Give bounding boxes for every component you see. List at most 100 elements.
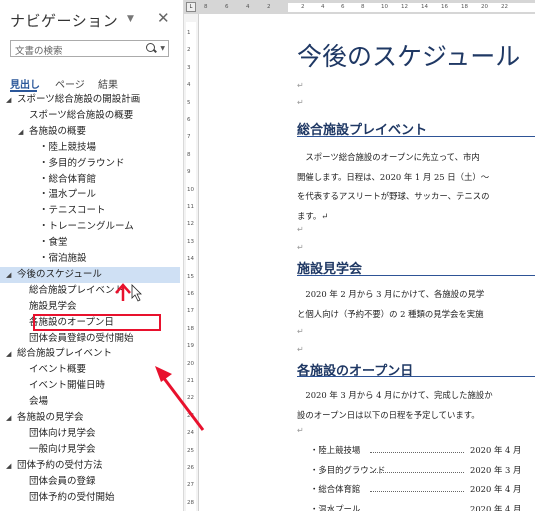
nav-options-dropdown-icon[interactable]: ▼ bbox=[127, 14, 134, 24]
nav-heading-item[interactable]: ◢ 団体予約の受付方法 bbox=[6, 458, 103, 474]
collapse-triangle-icon[interactable]: ◢ bbox=[6, 410, 11, 426]
nav-heading-item[interactable]: 団体予約の受付開始 bbox=[29, 490, 115, 506]
nav-heading-label: 会場 bbox=[29, 396, 49, 407]
nav-heading-item[interactable]: 団体会員登録の受付開始 bbox=[29, 331, 134, 347]
nav-heading-item[interactable]: ◢ 各施設の見学会 bbox=[6, 410, 84, 426]
ruler-tick-label: 19 bbox=[187, 343, 194, 350]
ruler-tick-label: 1 bbox=[187, 30, 191, 36]
nav-heading-label: イベント開催日時 bbox=[29, 380, 106, 391]
ruler-tick-label: 6 bbox=[341, 4, 345, 10]
ruler-tick-label: 8 bbox=[361, 4, 365, 10]
nav-heading-item[interactable]: ・宿泊施設 bbox=[39, 251, 87, 267]
ruler-tick-label: 18 bbox=[187, 325, 194, 332]
tab-selector[interactable]: L bbox=[186, 2, 196, 12]
facility-bullet: ・温水プール bbox=[310, 503, 361, 511]
nav-heading-label: ・テニスコート bbox=[39, 205, 106, 216]
collapse-triangle-icon[interactable]: ◢ bbox=[6, 346, 11, 362]
ruler-tick-label: 13 bbox=[187, 238, 194, 245]
body-text: 開催します。日程は、2020 年 1 月 25 日（土）～ bbox=[297, 171, 490, 182]
nav-heading-item[interactable]: ・総合体育館 bbox=[39, 172, 96, 188]
ruler-tick-label: 20 bbox=[187, 360, 194, 367]
tab-pages[interactable]: ページ bbox=[55, 76, 85, 91]
ruler-tick-label: 12 bbox=[187, 221, 194, 228]
collapse-triangle-icon[interactable]: ◢ bbox=[6, 458, 11, 474]
nav-heading-label: 団体会員の登録 bbox=[29, 476, 96, 487]
nav-pane-title: ナビゲーション bbox=[10, 12, 119, 30]
search-input[interactable]: 文書の検索 ▼ bbox=[10, 40, 169, 57]
ruler-tick-label: 11 bbox=[187, 204, 194, 210]
close-icon[interactable]: ✕ bbox=[157, 9, 170, 27]
ruler-tick-label: 16 bbox=[441, 4, 448, 10]
nav-heading-label: ・陸上競技場 bbox=[39, 142, 97, 153]
nav-heading-item[interactable]: ◢ スポーツ総合施設の開設計画 bbox=[6, 92, 140, 108]
ruler-text-area bbox=[186, 22, 196, 511]
opening-date: 2020 年 4 月 bbox=[470, 484, 522, 494]
nav-heading-label: ・総合体育館 bbox=[39, 174, 97, 185]
ruler-tick-label: 23 bbox=[187, 412, 194, 419]
nav-heading-label: 各施設の概要 bbox=[29, 126, 87, 137]
dot-leader bbox=[370, 471, 464, 473]
ruler-text-area bbox=[288, 3, 535, 12]
heading-rule bbox=[297, 136, 535, 137]
ruler-tick-label: 3 bbox=[187, 64, 191, 71]
search-icon[interactable] bbox=[146, 43, 155, 52]
nav-heading-label: ・多目的グラウンド bbox=[39, 158, 125, 169]
tab-results[interactable]: 結果 bbox=[98, 76, 118, 91]
nav-heading-label: スポーツ総合施設の概要 bbox=[29, 110, 134, 121]
highlight-box bbox=[33, 314, 161, 331]
opening-date: 2020 年 3 月 bbox=[470, 464, 522, 475]
nav-heading-item[interactable]: 施設見学会 bbox=[29, 299, 77, 315]
vertical-ruler[interactable]: 1 2 3 4 5 6 7 8 9 10 11 12 13 14 15 16 17 18 19 20 21 22 23 24 2… bbox=[184, 14, 199, 511]
ruler-tick-label: 15 bbox=[187, 273, 194, 280]
nav-heading-label: 団体向け見学会 bbox=[29, 428, 96, 439]
opening-date: 2020 年 4 月 bbox=[470, 503, 522, 511]
nav-heading-item[interactable]: イベント開催日時 bbox=[29, 378, 105, 394]
nav-heading-item[interactable]: 団体会員の登録 bbox=[29, 474, 96, 490]
dot-leader bbox=[370, 452, 464, 453]
ruler-tick-label: 21 bbox=[187, 378, 194, 384]
body-text: と個人向け（予約不要）の 2 種類の見学会を実施 bbox=[297, 308, 484, 319]
tab-headings[interactable]: 見出し bbox=[10, 76, 40, 91]
nav-heading-label: 各施設の見学会 bbox=[17, 412, 84, 423]
nav-heading-item[interactable]: 一般向け見学会 bbox=[29, 442, 96, 458]
horizontal-ruler[interactable]: L 8 6 4 2 2 4 6 8 10 12 14 16 18 20 22 bbox=[184, 0, 535, 14]
collapse-triangle-icon[interactable]: ◢ bbox=[6, 92, 11, 108]
nav-heading-item[interactable]: ◢ 今後のスケジュール bbox=[6, 267, 102, 283]
nav-heading-item[interactable]: ・多目的グラウンド bbox=[39, 156, 125, 172]
nav-heading-label: 団体会員登録の受付開始 bbox=[29, 333, 134, 344]
nav-heading-item[interactable]: ◢ 各施設の概要 bbox=[18, 124, 87, 140]
ruler-tick-label: 16 bbox=[187, 291, 194, 297]
collapse-triangle-icon[interactable]: ◢ bbox=[18, 124, 23, 140]
nav-heading-label: 団体予約の受付開始 bbox=[29, 492, 115, 503]
ruler-tick-label: 10 bbox=[381, 4, 388, 10]
ruler-tick-label: 4 bbox=[321, 4, 325, 10]
nav-heading-item[interactable]: ・テニスコート bbox=[39, 203, 106, 219]
nav-heading-item[interactable]: ・食堂 bbox=[39, 235, 68, 251]
nav-heading-item[interactable]: ・トレーニングルーム bbox=[39, 219, 134, 235]
heading-rule bbox=[297, 275, 535, 276]
nav-heading-item[interactable]: ・温水プール bbox=[39, 187, 96, 203]
nav-heading-item[interactable]: イベント概要 bbox=[29, 362, 86, 378]
nav-heading-item[interactable]: ◢ 総合施設プレイベント bbox=[6, 346, 113, 362]
nav-heading-item[interactable]: ・陸上競技場 bbox=[39, 140, 96, 156]
ruler-tick-label: 27 bbox=[187, 482, 194, 489]
body-text: ます。↵ bbox=[297, 210, 329, 221]
collapse-triangle-icon[interactable]: ◢ bbox=[6, 267, 11, 283]
document-page[interactable]: 今後のスケジュール ↵ ↵ 総合施設プレイベント スポーツ総合施設のオープンに先立っ… bbox=[199, 15, 535, 511]
nav-heading-item[interactable]: 団体向け見学会 bbox=[29, 426, 96, 442]
dot-leader bbox=[370, 491, 464, 492]
ruler-tick-label: 18 bbox=[461, 4, 468, 10]
nav-heading-label: 総合施設プレイベント bbox=[17, 348, 113, 359]
nav-heading-item[interactable]: 総合施設プレイベント bbox=[29, 283, 124, 299]
facility-bullet: ・陸上競技場 bbox=[310, 445, 361, 455]
paragraph-mark: ↵ bbox=[297, 81, 304, 90]
search-options-chevron-icon[interactable]: ▼ bbox=[160, 45, 165, 52]
ruler-tick-label: 14 bbox=[187, 256, 194, 263]
ruler-tick-label: 12 bbox=[401, 4, 408, 10]
body-text: 設のオープン日は以下の日程を予定しています。 bbox=[297, 409, 480, 420]
opening-date: 2020 年 4 月 bbox=[470, 445, 522, 455]
nav-heading-label: 総合施設プレイベント bbox=[29, 285, 125, 296]
nav-heading-item[interactable]: スポーツ総合施設の概要 bbox=[29, 108, 133, 124]
body-text: 2020 年 2 月から 3 月にかけて、各施設の見学 bbox=[297, 289, 485, 299]
nav-heading-item[interactable]: 会場 bbox=[29, 394, 48, 410]
